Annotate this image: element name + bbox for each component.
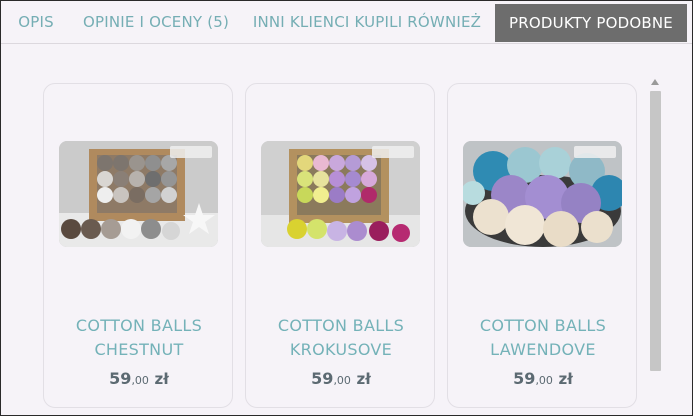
product-name[interactable]: COTTON BALLS KROKUSOVE (246, 314, 436, 362)
product-price: 59,00 zł (246, 369, 436, 388)
scroll-up-arrow-icon[interactable] (651, 79, 659, 85)
tab-inni-klienci-kupili[interactable]: INNI KLIENCI KUPILI RÓWNIEŻ (241, 1, 493, 43)
product-image[interactable] (261, 141, 420, 247)
product-name-line2[interactable]: LAWENDOVE (448, 338, 638, 362)
product-name-line2[interactable]: CHESTNUT (44, 338, 234, 362)
product-price: 59,00 zł (44, 369, 234, 388)
price-currency: zł (558, 370, 573, 388)
product-name-line2[interactable]: KROKUSOVE (246, 338, 436, 362)
tab-produkty-podobne[interactable]: PRODUKTY PODOBNE (495, 4, 687, 42)
brand-logo-badge (372, 146, 414, 158)
price-currency: zł (154, 370, 169, 388)
product-card[interactable]: COTTON BALLS CHESTNUT 59,00 zł (43, 83, 233, 408)
scrollbar-thumb[interactable] (650, 91, 661, 371)
price-cents: ,00 (333, 374, 351, 387)
price-cents: ,00 (535, 374, 553, 387)
product-price: 59,00 zł (448, 369, 638, 388)
brand-logo-badge (574, 146, 616, 158)
product-name-line1[interactable]: COTTON BALLS (44, 314, 234, 338)
product-name-line1[interactable]: COTTON BALLS (448, 314, 638, 338)
product-card[interactable]: COTTON BALLS KROKUSOVE 59,00 zł (245, 83, 435, 408)
price-cents: ,00 (131, 374, 149, 387)
brand-logo-badge (170, 146, 212, 158)
price-main: 59 (311, 369, 334, 388)
tab-opinie-i-oceny[interactable]: OPINIE I OCENY (5) (71, 1, 241, 43)
product-name-line1[interactable]: COTTON BALLS (246, 314, 436, 338)
product-name[interactable]: COTTON BALLS LAWENDOVE (448, 314, 638, 362)
vertical-scrollbar[interactable] (649, 77, 661, 407)
tab-opis[interactable]: OPIS (1, 1, 71, 43)
product-tabs-panel: OPIS OPINIE I OCENY (5) INNI KLIENCI KUP… (0, 0, 693, 416)
product-name[interactable]: COTTON BALLS CHESTNUT (44, 314, 234, 362)
product-image[interactable] (463, 141, 622, 247)
price-main: 59 (513, 369, 536, 388)
product-image[interactable] (59, 141, 218, 247)
similar-products-grid: COTTON BALLS CHESTNUT 59,00 zł COTTON BA… (42, 83, 642, 413)
tab-bar: OPIS OPINIE I OCENY (5) INNI KLIENCI KUP… (1, 1, 692, 44)
product-card[interactable]: COTTON BALLS LAWENDOVE 59,00 zł (447, 83, 637, 408)
price-currency: zł (356, 370, 371, 388)
price-main: 59 (109, 369, 132, 388)
